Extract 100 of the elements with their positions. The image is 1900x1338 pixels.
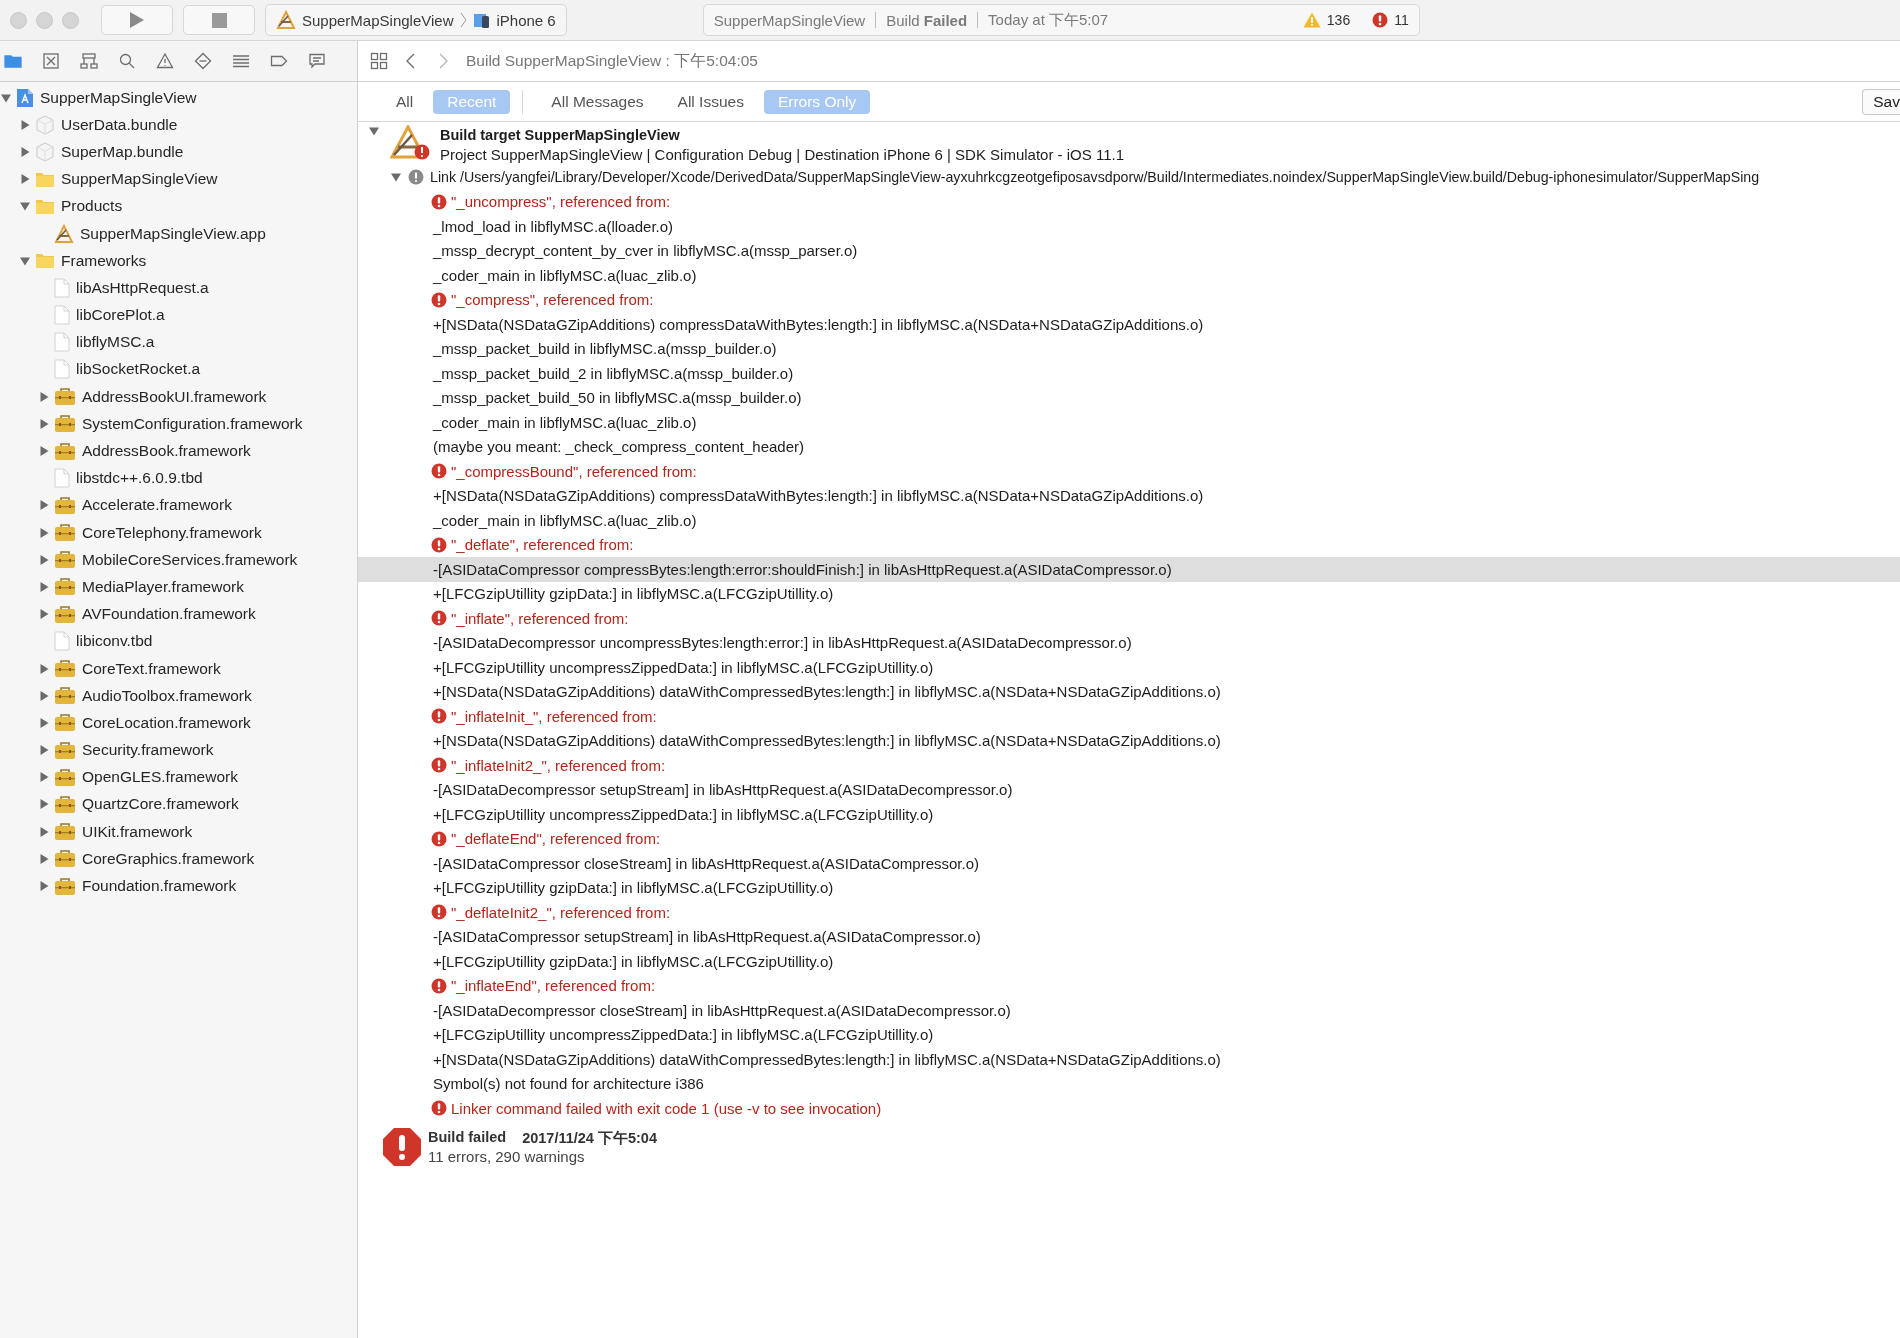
navigator-item[interactable]: Products xyxy=(35,197,123,216)
log-line[interactable]: +[LFCGzipUtillity gzipData:] in libflyMSC.a(LFCGzipUtillity.o) xyxy=(358,875,1900,900)
log-line[interactable]: _mssp_packet_build_2 in libflyMSC.a(mssp_builder.o) xyxy=(358,361,1900,386)
error-message[interactable]: "_deflate", referenced from: xyxy=(358,532,1900,557)
disclosure-triangle[interactable] xyxy=(19,118,31,131)
speech-bubble-icon[interactable] xyxy=(308,52,326,70)
grid-icon[interactable] xyxy=(370,52,388,70)
log-line[interactable]: +[NSData(NSDataGZipAdditions) dataWithCompressedBytes:length:] in libflyMSC.a(NSData+NSDataGZipAdditions.o) xyxy=(358,679,1900,704)
navigator-item[interactable]: AddressBook.framework xyxy=(54,441,251,461)
save-button[interactable]: Sav xyxy=(1862,88,1900,115)
navigator-item[interactable]: libflyMSC.a xyxy=(54,332,155,353)
error-message[interactable]: "_compressBound", referenced from: xyxy=(358,459,1900,484)
disclosure-triangle[interactable] xyxy=(38,852,50,865)
disclosure-triangle[interactable] xyxy=(38,499,50,512)
log-line[interactable]: _mssp_packet_build_50 in libflyMSC.a(mssp_builder.o) xyxy=(358,385,1900,410)
navigator-item[interactable]: CoreLocation.framework xyxy=(54,713,251,733)
log-line[interactable]: +[NSData(NSDataGZipAdditions) dataWithCompressedBytes:length:] in libflyMSC.a(NSData+NSDataGZipAdditions.o) xyxy=(358,728,1900,753)
disclosure-triangle[interactable] xyxy=(38,526,50,539)
log-line[interactable]: +[LFCGzipUtillity gzipData:] in libflyMSC.a(LFCGzipUtillity.o) xyxy=(358,949,1900,974)
log-line[interactable]: +[LFCGzipUtillity uncompressZippedData:] in libflyMSC.a(LFCGzipUtillity.o) xyxy=(358,1022,1900,1047)
scheme-selector[interactable]: SupperMapSingleView iPhone 6 xyxy=(265,4,567,36)
list-icon[interactable] xyxy=(232,52,250,70)
disclosure-triangle[interactable] xyxy=(19,200,31,213)
navigator-item[interactable]: libSocketRocket.a xyxy=(54,359,201,380)
log-line[interactable]: +[LFCGzipUtillity uncompressZippedData:] in libflyMSC.a(LFCGzipUtillity.o) xyxy=(358,802,1900,827)
breadcrumb[interactable]: Build SupperMapSingleView : 下午5:04:05 xyxy=(466,50,758,72)
disclosure-triangle[interactable] xyxy=(368,125,380,137)
error-message[interactable]: "_inflateInit2_", referenced from: xyxy=(358,753,1900,778)
test-diamond-icon[interactable] xyxy=(194,52,212,70)
error-count[interactable]: 11 xyxy=(1394,12,1409,28)
disclosure-triangle[interactable] xyxy=(38,716,50,729)
navigator-item[interactable]: MobileCoreServices.framework xyxy=(54,550,298,570)
log-line[interactable]: -[ASIDataCompressor setupStream] in libAsHttpRequest.a(ASIDataCompressor.o) xyxy=(358,924,1900,949)
log-line[interactable]: _mssp_decrypt_content_by_cver in libflyMSC.a(mssp_parser.o) xyxy=(358,238,1900,263)
navigator-item[interactable]: CoreGraphics.framework xyxy=(54,849,255,869)
disclosure-triangle[interactable] xyxy=(38,744,50,757)
disclosure-triangle[interactable] xyxy=(38,771,50,784)
navigator-item[interactable]: SupperMapSingleView.app xyxy=(54,223,266,244)
navigator-item[interactable]: CoreText.framework xyxy=(54,659,221,679)
hierarchy-icon[interactable] xyxy=(80,52,98,70)
navigator-item[interactable]: libstdc++.6.0.9.tbd xyxy=(54,468,203,489)
log-line[interactable]: _coder_main in libflyMSC.a(luac_zlib.o) xyxy=(358,410,1900,435)
disclosure-triangle[interactable] xyxy=(38,689,50,702)
log-line[interactable]: Symbol(s) not found for architecture i386 xyxy=(358,1071,1900,1096)
search-icon[interactable] xyxy=(118,52,136,70)
link-command[interactable]: Link /Users/yangfei/Library/Developer/Xcode/DerivedData/SupperMapSingleView-ayxuhrkcgzeotgefiposavsdporw/Build/Intermediates.noindex/SupperMapSingleView.build/Debug-iphonesimulator/SupperMapSing xyxy=(430,169,1760,186)
warning-icon[interactable] xyxy=(156,52,174,70)
disclosure-triangle[interactable] xyxy=(19,145,31,158)
error-message[interactable]: "_deflateInit2_", referenced from: xyxy=(358,900,1900,925)
disclosure-triangle[interactable] xyxy=(390,171,402,184)
navigator-item[interactable]: SuperMap.bundle xyxy=(35,141,184,162)
error-message[interactable]: "_uncompress", referenced from: xyxy=(358,189,1900,214)
navigator-item[interactable]: AddressBookUI.framework xyxy=(54,387,267,407)
navigator-item[interactable]: Accelerate.framework xyxy=(54,495,232,515)
navigator-item[interactable]: Foundation.framework xyxy=(54,876,237,896)
error-message[interactable]: "_deflateEnd", referenced from: xyxy=(358,826,1900,851)
log-line[interactable]: +[NSData(NSDataGZipAdditions) compressDataWithBytes:length:] in libflyMSC.a(NSData+NSDataGZipAdditions.o) xyxy=(358,483,1900,508)
log-line[interactable]: _lmod_load in libflyMSC.a(lloader.o) xyxy=(358,214,1900,239)
stop-button[interactable] xyxy=(183,5,255,35)
navigator-item[interactable]: AVFoundation.framework xyxy=(54,604,256,624)
navigator-item[interactable]: UserData.bundle xyxy=(35,114,178,135)
navigator-item[interactable]: libAsHttpRequest.a xyxy=(54,277,209,298)
disclosure-triangle[interactable] xyxy=(38,798,50,811)
navigator-item[interactable]: AudioToolbox.framework xyxy=(54,686,252,706)
disclosure-triangle[interactable] xyxy=(38,445,50,458)
error-message[interactable]: "_inflateEnd", referenced from: xyxy=(358,973,1900,998)
folder-icon[interactable] xyxy=(4,52,22,70)
disclosure-triangle[interactable] xyxy=(19,173,31,186)
log-line[interactable]: +[NSData(NSDataGZipAdditions) compressDataWithBytes:length:] in libflyMSC.a(NSData+NSDataGZipAdditions.o) xyxy=(358,312,1900,337)
error-message[interactable]: "_inflate", referenced from: xyxy=(358,606,1900,631)
log-line[interactable]: +[LFCGzipUtillity gzipData:] in libflyMSC.a(LFCGzipUtillity.o) xyxy=(358,581,1900,606)
log-line[interactable]: +[NSData(NSDataGZipAdditions) dataWithCompressedBytes:length:] in libflyMSC.a(NSData+NSDataGZipAdditions.o) xyxy=(358,1047,1900,1072)
log-line[interactable]: _coder_main in libflyMSC.a(luac_zlib.o) xyxy=(358,263,1900,288)
log-line[interactable]: +[LFCGzipUtillity uncompressZippedData:] in libflyMSC.a(LFCGzipUtillity.o) xyxy=(358,655,1900,680)
log-line[interactable]: -[ASIDataDecompressor setupStream] in libAsHttpRequest.a(ASIDataDecompressor.o) xyxy=(358,777,1900,802)
warning-count[interactable]: 136 xyxy=(1326,12,1351,28)
filter-tab[interactable]: All xyxy=(382,89,428,114)
log-line[interactable]: -[ASIDataDecompressor closeStream] in libAsHttpRequest.a(ASIDataDecompressor.o) xyxy=(358,998,1900,1023)
navigator-item[interactable]: Security.framework xyxy=(54,740,214,760)
log-line[interactable]: -[ASIDataCompressor closeStream] in libAsHttpRequest.a(ASIDataCompressor.o) xyxy=(358,851,1900,876)
navigator-item[interactable]: SupperMapSingleView xyxy=(35,170,218,189)
navigator-item[interactable]: Frameworks xyxy=(35,251,147,270)
navigator-item[interactable]: CoreTelephony.framework xyxy=(54,523,262,543)
disclosure-triangle[interactable] xyxy=(38,417,50,430)
navigator-item[interactable]: UIKit.framework xyxy=(54,822,193,842)
navigator-item[interactable]: OpenGLES.framework xyxy=(54,767,238,787)
disclosure-triangle[interactable] xyxy=(38,662,50,675)
log-line[interactable]: _coder_main in libflyMSC.a(luac_zlib.o) xyxy=(358,508,1900,533)
disclosure-triangle[interactable] xyxy=(38,580,50,593)
error-message[interactable]: "_inflateInit_", referenced from: xyxy=(358,704,1900,729)
disclosure-triangle[interactable] xyxy=(38,880,50,893)
error-message[interactable]: Linker command failed with exit code 1 (use -v to see invocation) xyxy=(358,1096,1900,1121)
log-line[interactable]: _mssp_packet_build in libflyMSC.a(mssp_builder.o) xyxy=(358,336,1900,361)
navigator-item[interactable]: SystemConfiguration.framework xyxy=(54,414,303,434)
navigator-item[interactable]: libiconv.tbd xyxy=(54,631,153,652)
navigator-item[interactable]: SupperMapSingleView xyxy=(16,87,197,108)
filter-tab[interactable]: All Issues xyxy=(663,89,758,114)
filter-tab[interactable]: All Messages xyxy=(537,89,658,114)
disclosure-triangle[interactable] xyxy=(38,553,50,566)
error-message[interactable]: "_compress", referenced from: xyxy=(358,287,1900,312)
